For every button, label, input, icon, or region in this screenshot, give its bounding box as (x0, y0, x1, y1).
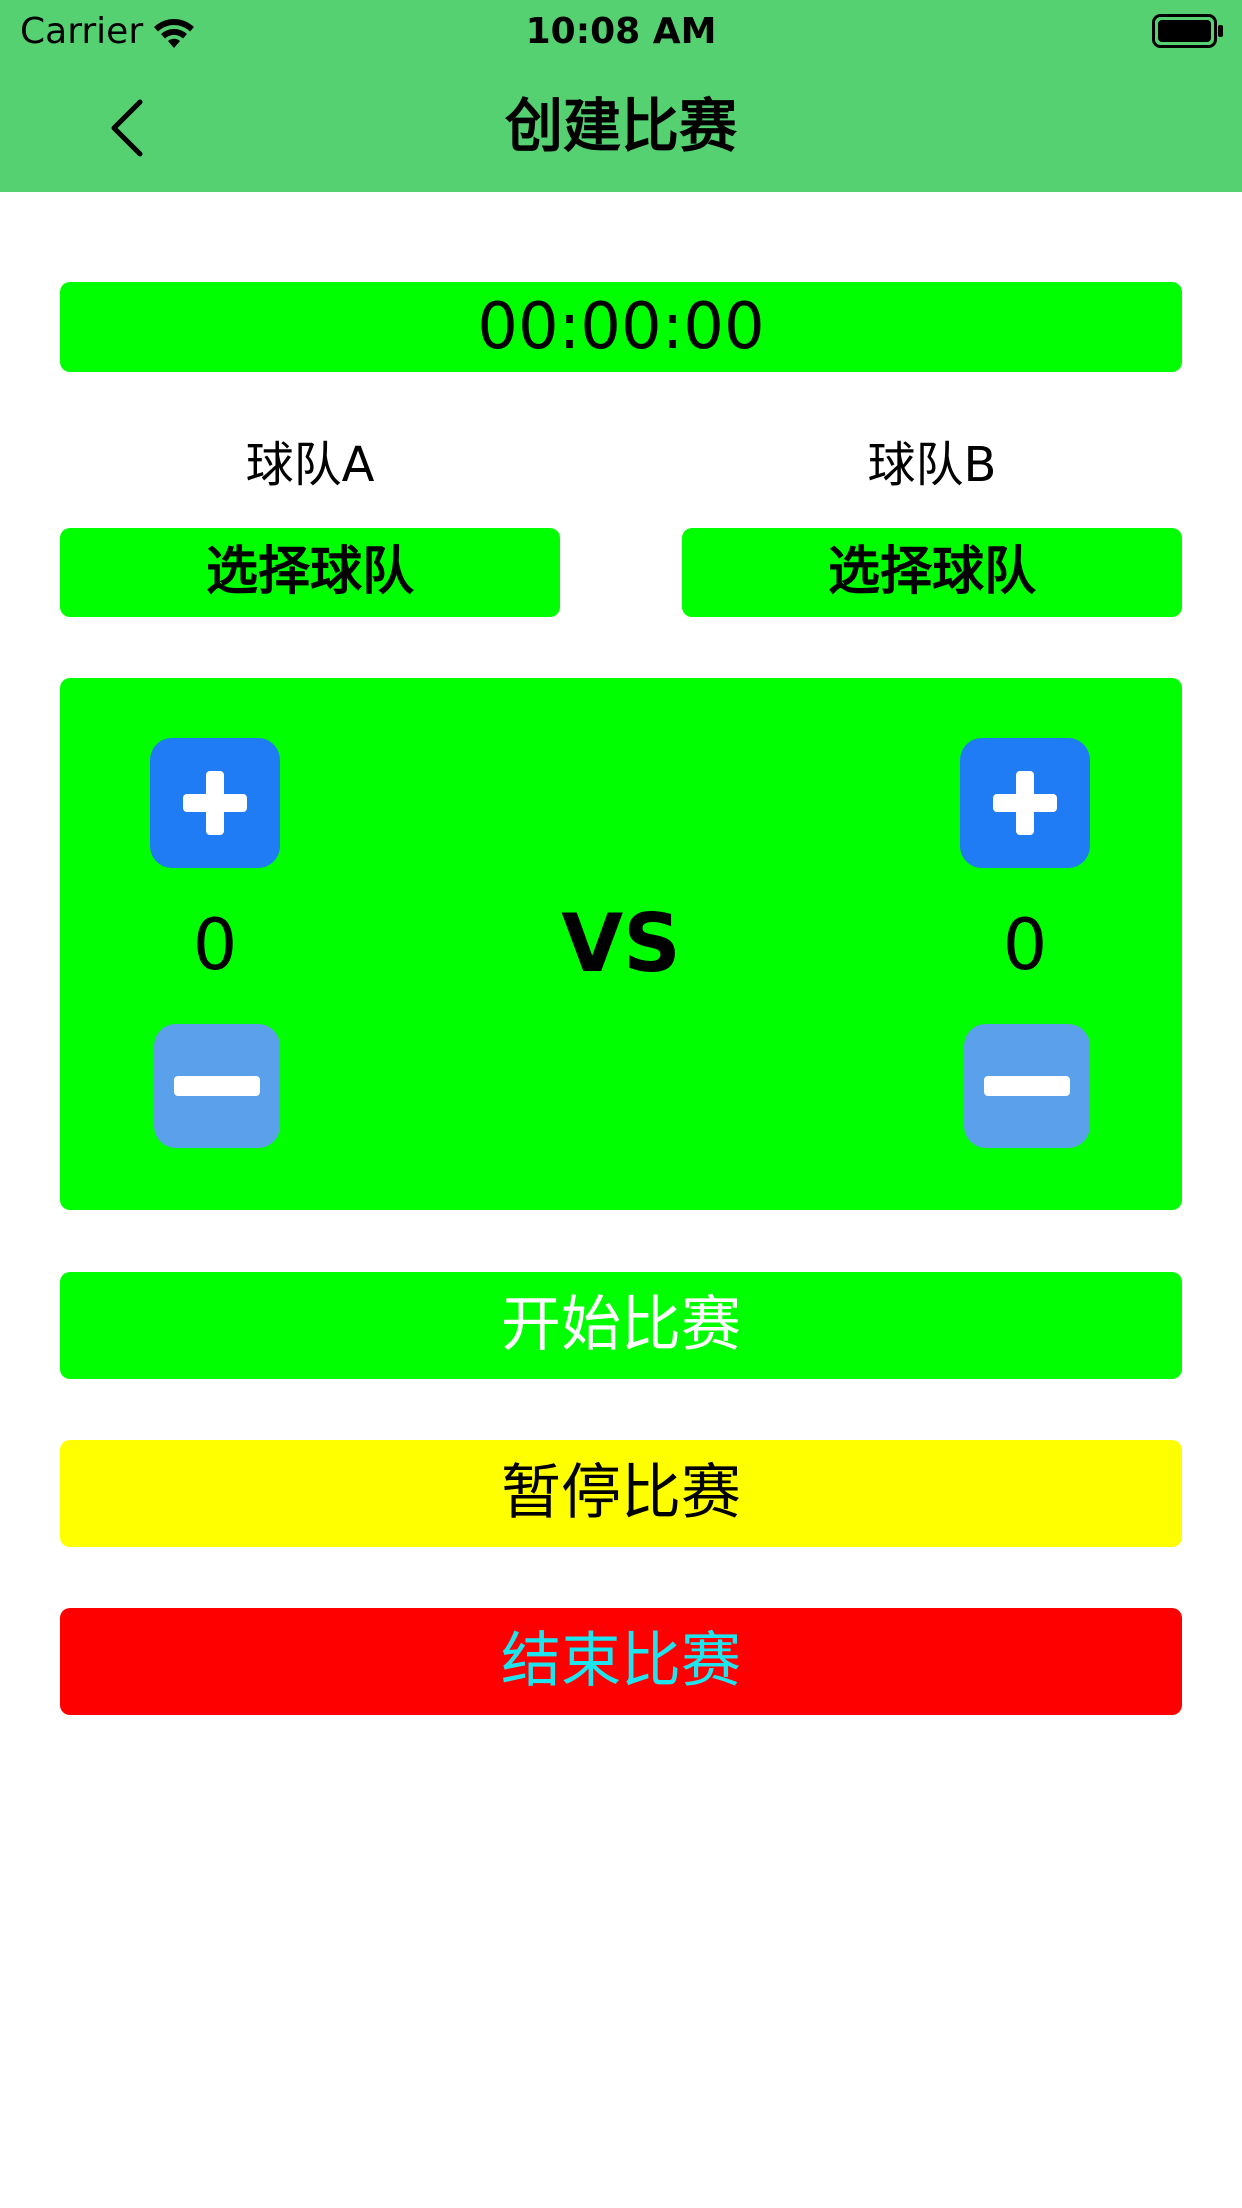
team-a-score: 0 (192, 904, 238, 986)
select-team-a-button[interactable]: 选择球队 (60, 528, 560, 617)
create-match-screen: Carrier 10:08 AM 创建比赛 00:00:00 球队A 球队B 选… (0, 0, 1242, 2208)
start-match-button[interactable]: 开始比赛 (60, 1272, 1182, 1379)
team-b-score: 0 (1002, 904, 1048, 986)
match-timer: 00:00:00 (60, 282, 1182, 372)
status-time: 10:08 AM (525, 11, 717, 52)
team-b-plus-button[interactable] (960, 738, 1090, 868)
vs-label: VS (561, 897, 681, 990)
team-a-label: 球队A (245, 437, 375, 493)
team-a-minus-button[interactable] (154, 1024, 280, 1148)
plus-icon-stem (206, 771, 224, 835)
select-team-b-button[interactable]: 选择球队 (682, 528, 1182, 617)
end-match-button[interactable]: 结束比赛 (60, 1608, 1182, 1715)
pause-match-button[interactable]: 暂停比赛 (60, 1440, 1182, 1547)
scoreboard-panel: 0 VS 0 (60, 678, 1182, 1210)
minus-icon (174, 1076, 260, 1096)
team-b-minus-button[interactable] (964, 1024, 1090, 1148)
team-b-label: 球队B (867, 437, 997, 493)
navigation-bar: Carrier 10:08 AM 创建比赛 (0, 0, 1242, 192)
team-a-plus-button[interactable] (150, 738, 280, 868)
minus-icon (984, 1076, 1070, 1096)
battery-icon (1152, 14, 1223, 48)
page-title: 创建比赛 (504, 92, 737, 160)
plus-icon-stem (1016, 771, 1034, 835)
